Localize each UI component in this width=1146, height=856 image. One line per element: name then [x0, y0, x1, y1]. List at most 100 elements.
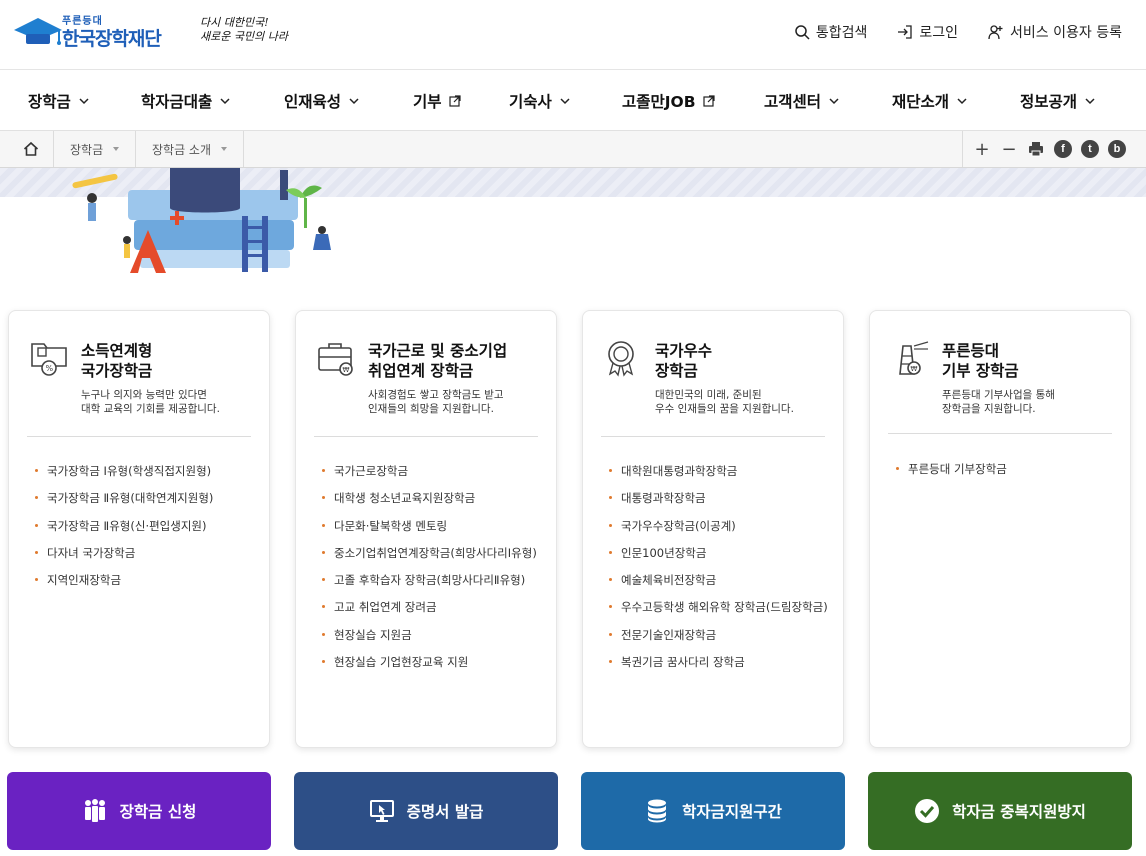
slogan-line1: 다시 대한민국! — [200, 16, 269, 29]
people-icon — [84, 799, 105, 822]
list-item[interactable]: 국가근로장학금 — [322, 463, 537, 490]
twitter-share-button[interactable]: t — [1081, 140, 1099, 158]
list-item[interactable]: 우수고등학생 해외유학 장학금(드림장학금) — [609, 599, 828, 626]
nav-label: 재단소개 — [892, 93, 950, 111]
list-item[interactable]: 지역인재장학금 — [35, 572, 213, 599]
home-icon — [23, 141, 38, 156]
print-button[interactable] — [1027, 140, 1045, 158]
card-title: 국가우수 장학금 — [655, 342, 713, 380]
card-divider — [888, 433, 1112, 434]
list-item[interactable]: 고졸 후학습자 장학금(희망사다리Ⅱ유형) — [322, 572, 537, 599]
print-icon — [1029, 142, 1043, 157]
list-item[interactable]: 인문100년장학금 — [609, 545, 828, 572]
card-work-study-scholarship: ₩ 국가근로 및 중소기업 취업연계 장학금 사회경험도 쌓고 장학금도 받고 … — [295, 310, 557, 748]
nav-label: 장학금 — [28, 93, 71, 111]
user-add-icon — [988, 25, 1003, 40]
scholarship-apply-button[interactable]: 장학금 신청 — [7, 772, 271, 850]
chevron-down-icon — [560, 98, 570, 105]
hero-illustration — [72, 168, 331, 273]
list-item[interactable]: 복권기금 꿈사다리 장학금 — [609, 654, 828, 681]
list-item[interactable]: 다자녀 국가장학금 — [35, 545, 213, 572]
certificate-issue-button[interactable]: 증명서 발급 — [294, 772, 558, 850]
list-item[interactable]: 현장실습 지원금 — [322, 627, 537, 654]
list-item[interactable]: 중소기업취업연계장학금(희망사다리Ⅰ유형) — [322, 545, 537, 572]
svg-text:₩: ₩ — [343, 366, 350, 374]
nav-item-disclosure[interactable]: 정보공개 — [1020, 71, 1096, 131]
external-link-icon — [448, 95, 461, 107]
card-merit-scholarship: 국가우수 장학금 대한민국의 미래, 준비된 우수 인재들의 꿈을 지원합니다.… — [582, 310, 844, 748]
nav-label: 기부 — [413, 93, 442, 111]
nav-label: 고졸만JOB — [622, 93, 696, 111]
nav-label: 정보공개 — [1020, 93, 1078, 111]
breadcrumb-item-scholarship[interactable]: 장학금 — [54, 131, 137, 167]
nav-label: 기숙사 — [509, 93, 552, 111]
nav-item-talent[interactable]: 인재육성 — [284, 71, 360, 131]
support-bracket-button[interactable]: 학자금지원구간 — [581, 772, 845, 850]
database-icon — [648, 799, 667, 823]
chevron-down-icon — [79, 98, 89, 105]
list-item[interactable]: 푸른등대 기부장학금 — [896, 461, 1007, 488]
nav-label: 고객센터 — [764, 93, 822, 111]
card-divider — [601, 436, 825, 437]
caret-down-icon — [113, 147, 120, 151]
login-button[interactable]: 로그인 — [897, 22, 958, 42]
svg-text:₩: ₩ — [911, 365, 918, 373]
home-button[interactable] — [8, 131, 54, 167]
card-link-list: 국가장학금 Ⅰ유형(학생직접지원형) 국가장학금 Ⅱ유형(대학연계지원형) 국가… — [35, 463, 213, 599]
search-icon — [795, 25, 810, 40]
login-label: 로그인 — [919, 25, 959, 41]
chevron-down-icon — [349, 98, 359, 105]
facebook-share-button[interactable]: f — [1054, 140, 1072, 158]
nav-item-about[interactable]: 재단소개 — [892, 71, 968, 131]
breadcrumb-label: 장학금 소개 — [152, 142, 212, 157]
list-item[interactable]: 국가장학금 Ⅱ유형(대학연계지원형) — [35, 490, 213, 517]
card-income-scholarship: % 소득연계형 국가장학금 누구나 의지와 능력만 있다면 대학 교육의 기회를… — [8, 310, 270, 748]
lighthouse-icon: ₩ — [899, 341, 929, 375]
list-item[interactable]: 전문기술인재장학금 — [609, 627, 828, 654]
list-item[interactable]: 예술체육비전장학금 — [609, 572, 828, 599]
search-button[interactable]: 통합검색 — [794, 22, 867, 42]
list-item[interactable]: 대학원대통령과학장학금 — [609, 463, 828, 490]
nav-label: 인재육성 — [284, 93, 342, 111]
nav-item-job[interactable]: 고졸만JOB — [622, 71, 715, 131]
list-item[interactable]: 현장실습 기업현장교육 지원 — [322, 654, 537, 681]
slogan-line2: 새로운 국민의 나라 — [200, 30, 288, 43]
nav-item-dormitory[interactable]: 기숙사 — [509, 71, 571, 131]
award-medal-icon — [608, 341, 634, 377]
briefcase-icon: ₩ — [318, 343, 353, 376]
zoom-out-button[interactable]: − — [1000, 139, 1018, 160]
list-item[interactable]: 대통령과학장학금 — [609, 490, 828, 517]
slogan: 다시 대한민국! 새로운 국민의 나라 — [200, 16, 290, 44]
duplicate-support-prevention-button[interactable]: 학자금 중복지원방지 — [868, 772, 1132, 850]
blog-share-button[interactable]: b — [1108, 140, 1126, 158]
nav-item-donation[interactable]: 기부 — [413, 71, 461, 131]
chevron-down-icon — [957, 98, 967, 105]
list-item[interactable]: 고교 취업연계 장려금 — [322, 599, 537, 626]
chevron-down-icon — [829, 98, 839, 105]
action-label: 장학금 신청 — [119, 803, 197, 821]
nav-item-student-loan[interactable]: 학자금대출 — [141, 71, 231, 131]
monitor-icon — [369, 800, 394, 822]
nav-item-customer-center[interactable]: 고객센터 — [764, 71, 840, 131]
nav-label: 학자금대출 — [141, 93, 213, 111]
list-item[interactable]: 국가장학금 Ⅰ유형(학생직접지원형) — [35, 463, 213, 490]
page-tools: + − f t b — [962, 131, 1126, 167]
list-item[interactable]: 국가장학금 Ⅱ유형(신·편입생지원) — [35, 518, 213, 545]
card-title: 국가근로 및 중소기업 취업연계 장학금 — [368, 342, 508, 380]
list-item[interactable]: 다문화·탈북학생 멘토링 — [322, 518, 537, 545]
nav-item-scholarship[interactable]: 장학금 — [28, 71, 90, 131]
user-register-button[interactable]: 서비스 이용자 등록 — [988, 22, 1122, 42]
card-title: 소득연계형 국가장학금 — [81, 342, 153, 380]
svg-text:%: % — [46, 364, 54, 373]
zoom-in-button[interactable]: + — [973, 139, 991, 160]
card-donation-scholarship: ₩ 푸른등대 기부 장학금 푸른등대 기부사업을 통해 장학금을 지원합니다. … — [869, 310, 1131, 748]
breadcrumb-label: 장학금 — [70, 142, 104, 157]
check-circle-icon — [915, 799, 940, 823]
breadcrumb-item-intro[interactable]: 장학금 소개 — [136, 131, 245, 167]
card-link-list: 푸른등대 기부장학금 — [896, 461, 1007, 488]
logo-title[interactable]: 한국장학재단 — [62, 24, 162, 51]
external-link-icon — [702, 95, 715, 107]
list-item[interactable]: 대학생 청소년교육지원장학금 — [322, 490, 537, 517]
list-item[interactable]: 국가우수장학금(이공계) — [609, 518, 828, 545]
card-description: 푸른등대 기부사업을 통해 장학금을 지원합니다. — [942, 389, 1055, 415]
